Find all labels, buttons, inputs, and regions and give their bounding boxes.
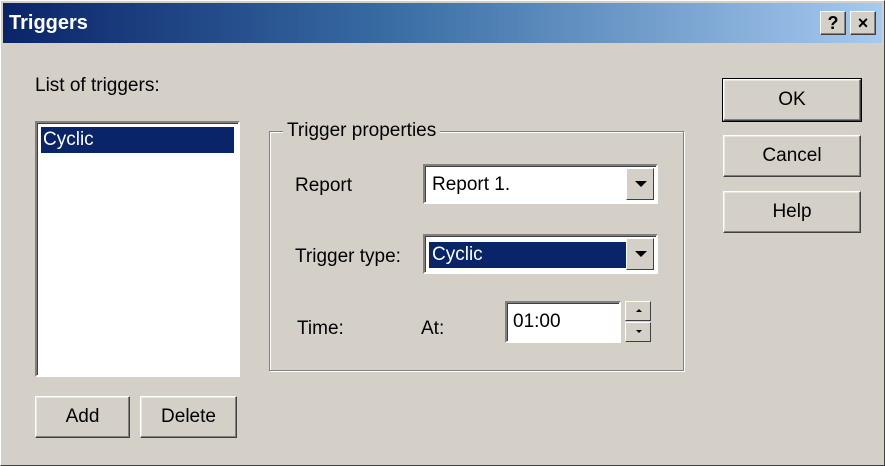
time-input[interactable]: 01:00 [505,301,621,343]
add-button[interactable]: Add [35,396,130,438]
time-spin-down-icon[interactable] [625,322,651,342]
add-button-label: Add [65,406,100,427]
help-button[interactable]: Help [723,191,861,233]
delete-button[interactable]: Delete [140,396,237,438]
time-label: Time: [297,318,344,339]
report-label: Report [295,175,353,196]
close-icon: × [857,13,869,33]
trigger-type-value: Cyclic [429,242,634,268]
report-combobox[interactable]: Report 1. [423,164,658,204]
delete-button-label: Delete [161,406,216,427]
trigger-type-label: Trigger type: [295,246,401,267]
trigger-item-cyclic[interactable]: Cyclic [41,127,234,153]
at-label: At: [421,318,445,339]
trigger-properties-title: Trigger properties [283,120,441,142]
ok-button[interactable]: OK [722,78,862,122]
ok-button-label: OK [778,89,806,110]
report-dropdown-arrow-icon[interactable] [626,168,654,200]
time-value: 01:00 [513,311,561,332]
triggers-dialog: Triggers ? × List of triggers: Cyclic Ad… [0,0,885,466]
dialog-title: Triggers [9,12,88,34]
cancel-button-label: Cancel [762,145,822,166]
time-spin-up-icon[interactable] [625,301,651,321]
trigger-type-combobox[interactable]: Cyclic [423,234,658,274]
trigger-type-dropdown-arrow-icon[interactable] [626,238,654,270]
help-question-button[interactable]: ? [820,11,846,35]
list-of-triggers-label: List of triggers: [35,75,160,96]
report-value: Report 1. [432,174,511,195]
help-button-label: Help [772,201,812,222]
title-bar[interactable]: Triggers ? × [3,3,882,43]
close-button[interactable]: × [850,11,876,35]
question-icon: ? [827,13,839,33]
triggers-listbox[interactable]: Cyclic [35,121,240,377]
cancel-button[interactable]: Cancel [723,135,861,177]
